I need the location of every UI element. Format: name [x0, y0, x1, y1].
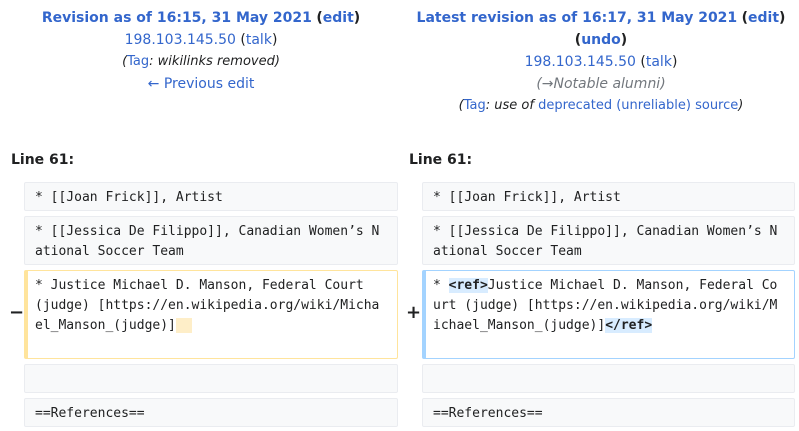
undo-link[interactable]: undo: [581, 32, 621, 48]
deleted-text: * Justice Michael D. Manson, Federal Cou…: [35, 278, 380, 333]
added-line: * <ref>Justice Michael D. Manson, Federa…: [422, 270, 795, 359]
deleted-line: * Justice Michael D. Manson, Federal Cou…: [24, 270, 398, 359]
new-edit-link[interactable]: edit: [748, 10, 779, 26]
paren: ): [353, 10, 361, 26]
right-line-number: Line 61:: [409, 152, 473, 168]
new-user-link[interactable]: 198.103.145.50: [525, 54, 636, 70]
context-line-right: * [[Joan Frick]], Artist: [422, 182, 795, 211]
deleted-highlight: [175, 318, 192, 333]
old-edit-link[interactable]: edit: [323, 10, 354, 26]
new-tag-prefix: use of: [494, 98, 534, 113]
old-talk-link[interactable]: talk: [246, 32, 272, 48]
context-line-left: * [[Jessica De Filippo]], Canadian Women…: [24, 216, 398, 265]
added-marker: +: [406, 302, 422, 323]
old-user-link[interactable]: 198.103.145.50: [125, 32, 236, 48]
paren: ): [271, 32, 278, 48]
empty-line-left: [24, 364, 398, 393]
ref-close-tag: </ref>: [605, 318, 653, 333]
ref-open-tag: <ref>: [448, 278, 488, 293]
added-prefix: *: [433, 278, 449, 293]
old-revision-header: Revision as of 16:15, 31 May 2021 (edit)…: [0, 7, 402, 95]
new-revision-link[interactable]: Latest revision as of 16:17, 31 May 2021: [417, 10, 738, 26]
deleted-marker: −: [9, 302, 25, 323]
deprecated-source-link[interactable]: deprecated (unreliable) source: [538, 98, 738, 113]
edit-summary: (→Notable alumni): [536, 76, 666, 92]
new-revision-header: Latest revision as of 16:17, 31 May 2021…: [400, 7, 799, 117]
context-line-right: ==References==: [422, 398, 795, 427]
context-line-left: * [[Joan Frick]], Artist: [24, 182, 398, 211]
new-tag-label-link[interactable]: Tag: [464, 98, 486, 113]
section-link[interactable]: →Notable alumni: [542, 76, 660, 92]
context-line-right: * [[Jessica De Filippo]], Canadian Women…: [422, 216, 795, 265]
new-talk-link[interactable]: talk: [646, 54, 672, 70]
paren: ): [620, 32, 628, 48]
left-line-number: Line 61:: [11, 152, 75, 168]
previous-edit-link[interactable]: ← Previous edit: [148, 76, 255, 92]
context-line-left: ==References==: [24, 398, 398, 427]
old-revision-link[interactable]: Revision as of 16:15, 31 May 2021: [42, 10, 312, 26]
paren: ): [671, 54, 678, 70]
empty-line-right: [422, 364, 795, 393]
old-tag-value: wikilinks removed: [157, 54, 275, 69]
old-tag-line: (Tag: wikilinks removed): [122, 54, 280, 69]
old-tag-label-link[interactable]: Tag: [127, 54, 149, 69]
new-tag-line: (Tag: use of deprecated (unreliable) sou…: [458, 98, 744, 113]
paren: ): [779, 10, 786, 26]
